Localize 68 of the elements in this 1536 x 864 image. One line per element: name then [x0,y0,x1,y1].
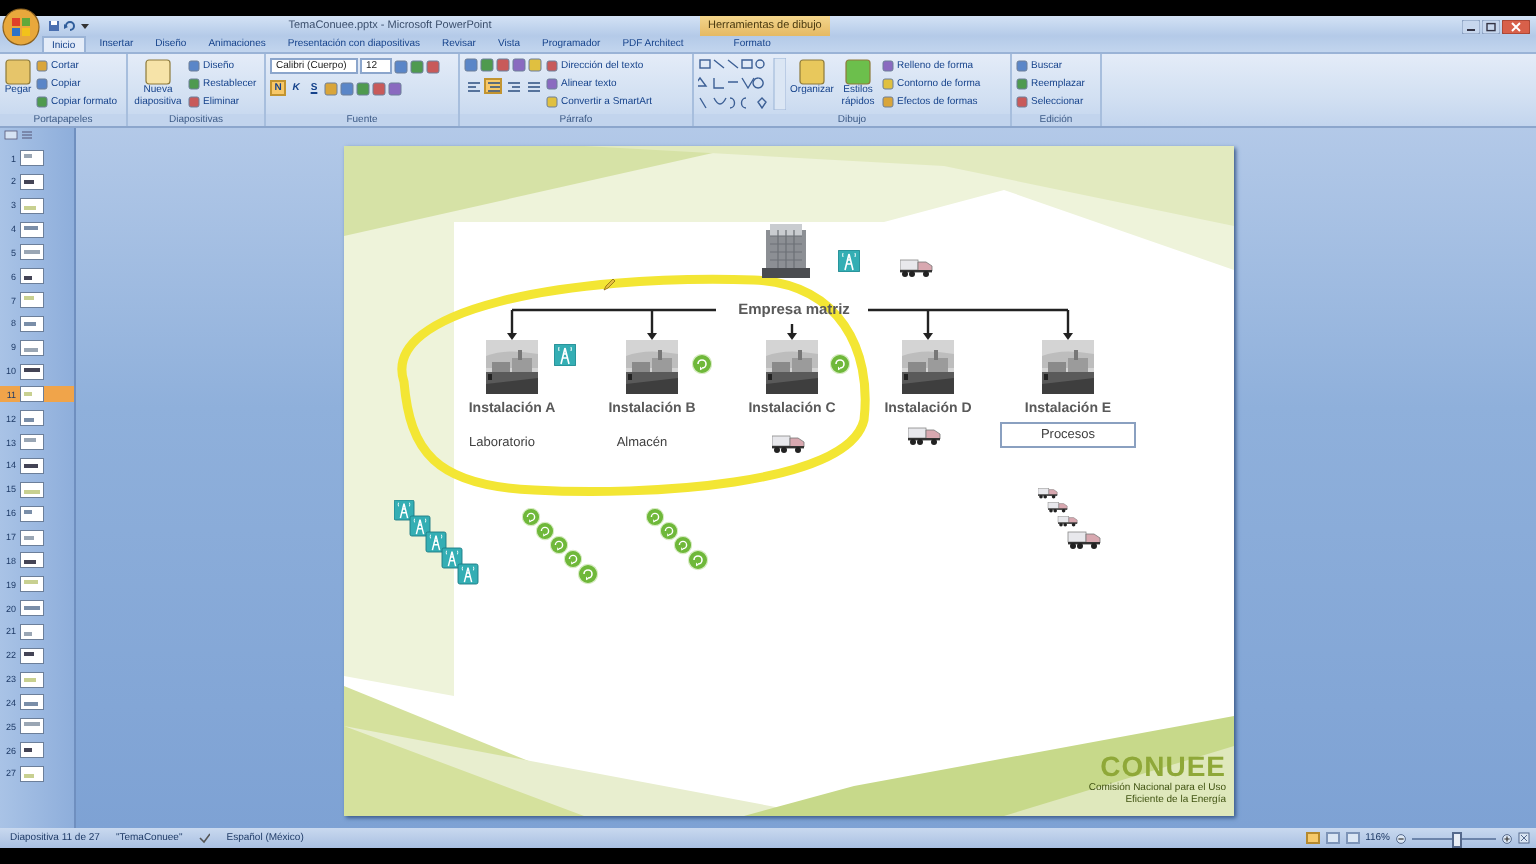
slide-thumbnail [20,197,44,214]
slide-thumbnail [20,339,44,356]
slide-thumbnail [20,315,44,332]
tool-icon [144,58,172,86]
slide-thumbnail [20,765,44,782]
zoom-in-icon[interactable] [1502,833,1512,843]
slide-thumbnail [20,386,44,403]
save-icon [48,20,60,32]
slider-thumb[interactable] [1451,831,1461,847]
slide-thumbnail [20,363,44,380]
slide-thumbnail [20,647,44,664]
slide-thumbnail [20,244,44,261]
minimize-icon[interactable] [1462,19,1480,33]
view-button[interactable] [1345,832,1360,844]
restore-icon[interactable] [1482,19,1500,33]
align-button[interactable] [524,78,542,94]
spelling-check-icon [198,832,211,844]
slide-thumbnail [20,221,44,238]
shapes-gallery-drawing [698,58,786,110]
align-button[interactable] [504,78,522,94]
align-icon [507,81,519,91]
slide-thumbnail [20,671,44,688]
slide-thumbnail [20,481,44,498]
truck-icon [772,432,806,454]
caret-icon [80,20,90,32]
slide-thumbnail [20,576,44,593]
building-icon [762,224,810,280]
slide-thumbnail [20,718,44,735]
tower-icon [554,344,576,366]
align-icon [467,81,479,91]
slide-thumbnail [20,268,44,285]
align-icon [527,81,539,91]
recycle-icon [830,354,850,374]
tool-icon [4,58,32,86]
truck-icon [908,424,942,446]
truck-icon [900,256,934,278]
slide-thumbnail [20,457,44,474]
tower-stack-drawing [394,500,480,586]
slides-tab-icon[interactable] [4,130,18,140]
view-button[interactable] [1325,832,1340,844]
recycle-icon [692,354,712,374]
zoom-out-icon[interactable] [1396,833,1406,843]
recycle-stack-drawing [646,508,710,572]
undo-icon [64,20,76,32]
truck-stack-drawing [1038,486,1102,550]
slide-thumbnail [20,505,44,522]
slide-thumbnail [20,173,44,190]
align-button[interactable] [484,78,502,94]
recycle-stack-drawing [522,508,600,586]
tool-icon [844,58,872,86]
slide-thumbnail [20,552,44,569]
slide-thumbnail [20,150,44,166]
close-icon[interactable] [1502,19,1530,33]
logo: CONUEE [1098,750,1226,782]
slide-thumbnail [20,600,44,617]
slide-thumbnail [20,529,44,545]
align-icon [487,81,499,91]
slide-thumbnail [20,410,44,427]
tower-icon [838,250,860,272]
align-button[interactable] [464,78,482,94]
slide-thumbnail [20,434,44,451]
slide-thumbnail [20,292,44,309]
pencil-icon [602,278,616,292]
slide-thumbnail [20,694,44,711]
slide-thumbnail [20,742,44,759]
tool-icon [798,58,826,86]
slide-thumbnail [20,623,44,640]
fit-window-icon[interactable] [1518,832,1530,844]
